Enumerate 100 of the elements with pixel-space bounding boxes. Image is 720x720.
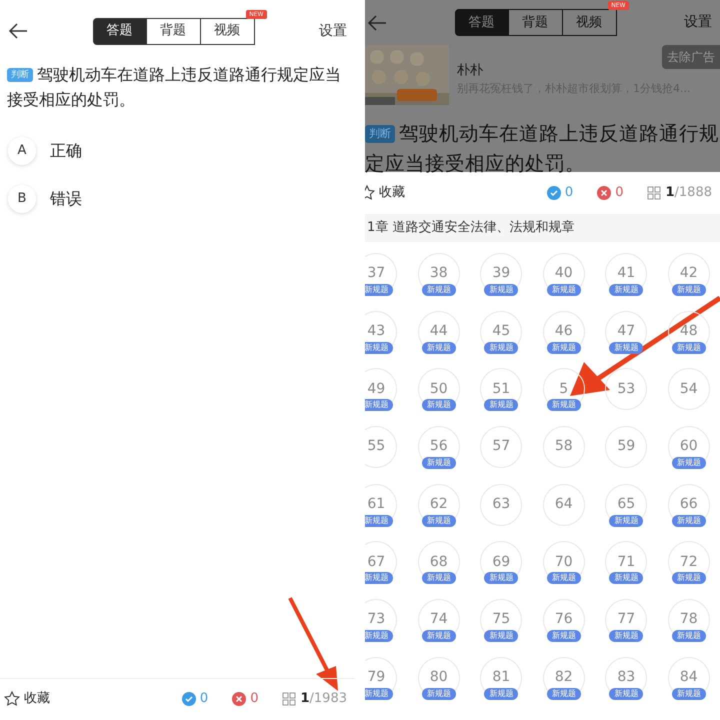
grid-icon[interactable] <box>647 186 662 200</box>
question-text: 判断 驾驶机动车在道路上违反道路通行规定应当接受相应的处罚。 <box>6 64 342 111</box>
question-number-button[interactable]: 64 <box>532 476 595 534</box>
question-number-button[interactable]: 63 <box>470 476 532 534</box>
new-rule-tag: 新规题 <box>546 399 581 412</box>
wrong-count: 0 <box>615 184 624 202</box>
new-rule-tag: 新规题 <box>422 630 456 642</box>
question-number-button[interactable]: 38 新规题 <box>408 245 470 303</box>
check-icon <box>182 692 196 706</box>
question-number-button[interactable]: 75 新规题 <box>470 591 532 649</box>
new-rule-tag: 新规题 <box>672 630 706 642</box>
new-rule-tag: 新规题 <box>422 572 456 584</box>
settings-link[interactable]: 设置 <box>319 20 347 42</box>
correct-count: 0 <box>200 690 208 708</box>
new-rule-tag: 新规题 <box>672 457 706 470</box>
question-number-button[interactable]: 40 新规题 <box>532 245 595 303</box>
new-rule-tag: 新规题 <box>609 572 644 584</box>
question-number-button[interactable]: 47 新规题 <box>595 302 658 360</box>
question-number-button[interactable]: 42 新规题 <box>658 245 720 303</box>
question-number-button[interactable]: 39 新规题 <box>470 245 532 303</box>
wrong-count: 0 <box>250 690 258 708</box>
new-rule-tag: 新规题 <box>422 688 456 700</box>
new-rule-tag: 新规题 <box>422 342 456 354</box>
option-text[interactable]: 错误 <box>50 187 82 211</box>
tab[interactable]: 背题 <box>508 9 562 36</box>
tab[interactable]: 背题 <box>146 18 200 44</box>
question-number-button[interactable]: 51 新规题 <box>470 360 532 418</box>
question-number-button[interactable]: 68 新规题 <box>408 533 470 592</box>
question-number-button[interactable]: 78 新规题 <box>658 591 720 649</box>
settings-link[interactable]: 设置 <box>684 12 712 33</box>
new-rule-tag: 新规题 <box>609 342 644 354</box>
new-rule-tag: 新规题 <box>609 688 644 700</box>
question-number-button[interactable]: 70 新规题 <box>532 533 595 592</box>
question-number-button[interactable]: 77 新规题 <box>595 591 658 649</box>
favorite-button[interactable]: 收藏 <box>24 688 50 708</box>
question-number-button[interactable]: 57 <box>470 418 532 476</box>
tab[interactable]: 视频 <box>562 9 616 36</box>
new-rule-tag: 新规题 <box>422 399 456 412</box>
question-number-button[interactable]: 83 新规题 <box>595 648 658 706</box>
question-number-button[interactable]: 59 <box>595 418 658 476</box>
question-number-button[interactable]: 48 新规题 <box>658 302 720 360</box>
question-number-button[interactable]: 54 <box>658 360 720 418</box>
cross-icon <box>597 186 612 200</box>
cross-icon <box>232 692 246 706</box>
correct-count: 0 <box>564 184 574 202</box>
option-letter[interactable]: B <box>8 185 36 213</box>
new-rule-tag: 新规题 <box>609 514 644 527</box>
question-number-button[interactable]: 82 新规题 <box>532 648 595 706</box>
question-text: 判断 驾驶机动车在道路上违反道路通行规定应当接受相应的处罚。 <box>365 121 720 177</box>
question-number-button[interactable]: 60 新规题 <box>658 418 720 476</box>
progress-count[interactable]: 1/1983 <box>300 688 347 708</box>
new-rule-tag: 新规题 <box>672 572 706 584</box>
tab[interactable]: 答题 <box>454 9 508 36</box>
tab[interactable]: 视频 <box>200 18 254 44</box>
back-icon[interactable] <box>8 23 28 39</box>
new-rule-tag: 新规题 <box>484 630 518 642</box>
question-number-button[interactable]: 71 新规题 <box>595 533 658 592</box>
new-rule-tag: 新规题 <box>546 342 581 354</box>
new-rule-tag: 新规题 <box>546 572 581 584</box>
question-number-button[interactable]: 74 新规题 <box>408 591 470 649</box>
option-text[interactable]: 正确 <box>50 139 82 163</box>
question-number-button[interactable]: 72 新规题 <box>658 533 720 592</box>
question-number-button[interactable]: 69 新规题 <box>470 533 532 592</box>
new-rule-tag: 新规题 <box>484 342 518 354</box>
question-number-button[interactable]: 41 新规题 <box>595 245 658 303</box>
new-rule-tag: 新规题 <box>422 457 456 470</box>
question-number-button[interactable]: 80 新规题 <box>408 648 470 706</box>
new-rule-tag: 新规题 <box>609 284 644 296</box>
question-number-button[interactable]: 46 新规题 <box>532 302 595 360</box>
question-number-button[interactable]: 50 新规题 <box>408 360 470 418</box>
remove-ad-button[interactable]: 去除广告 <box>662 45 720 69</box>
question-number-button[interactable]: 58 <box>532 418 595 476</box>
grid-icon[interactable] <box>282 692 296 706</box>
new-rule-tag: 新规题 <box>422 514 456 527</box>
question-number-button[interactable]: 45 新规题 <box>470 302 532 360</box>
question-number-button[interactable]: 56 新规题 <box>408 418 470 476</box>
star-icon[interactable] <box>4 690 20 706</box>
question-number-button[interactable]: 81 新规题 <box>470 648 532 706</box>
question-number-button[interactable]: 84 新规题 <box>658 648 720 706</box>
question-number-button[interactable]: 66 新规题 <box>658 476 720 534</box>
question-number-button[interactable]: 65 新规题 <box>595 476 658 534</box>
new-rule-tag: 新规题 <box>546 688 581 700</box>
question-number-button[interactable]: 76 新规题 <box>532 591 595 649</box>
check-icon <box>546 186 561 200</box>
favorite-button[interactable]: 收藏 <box>379 183 405 203</box>
new-rule-tag: 新规题 <box>672 514 706 527</box>
question-number-button[interactable]: 62 新规题 <box>408 476 470 534</box>
tab[interactable]: 答题 <box>92 18 146 44</box>
progress-count[interactable]: 1/1888 <box>665 183 712 203</box>
new-rule-tag: 新规题 <box>484 399 518 412</box>
new-rule-tag: 新规题 <box>484 284 518 296</box>
new-rule-tag: 新规题 <box>422 284 456 296</box>
new-rule-tag: 新规题 <box>672 342 706 354</box>
new-rule-tag: 新规题 <box>609 630 644 642</box>
new-rule-tag: 新规题 <box>546 284 581 296</box>
option-letter[interactable]: A <box>8 137 36 165</box>
question-number-button[interactable]: 44 新规题 <box>408 302 470 360</box>
chapter-title: 1章 道路交通安全法律、法规和规章 <box>365 214 720 242</box>
new-rule-tag: 新规题 <box>672 284 706 296</box>
type-tag: 判断 <box>7 68 33 82</box>
